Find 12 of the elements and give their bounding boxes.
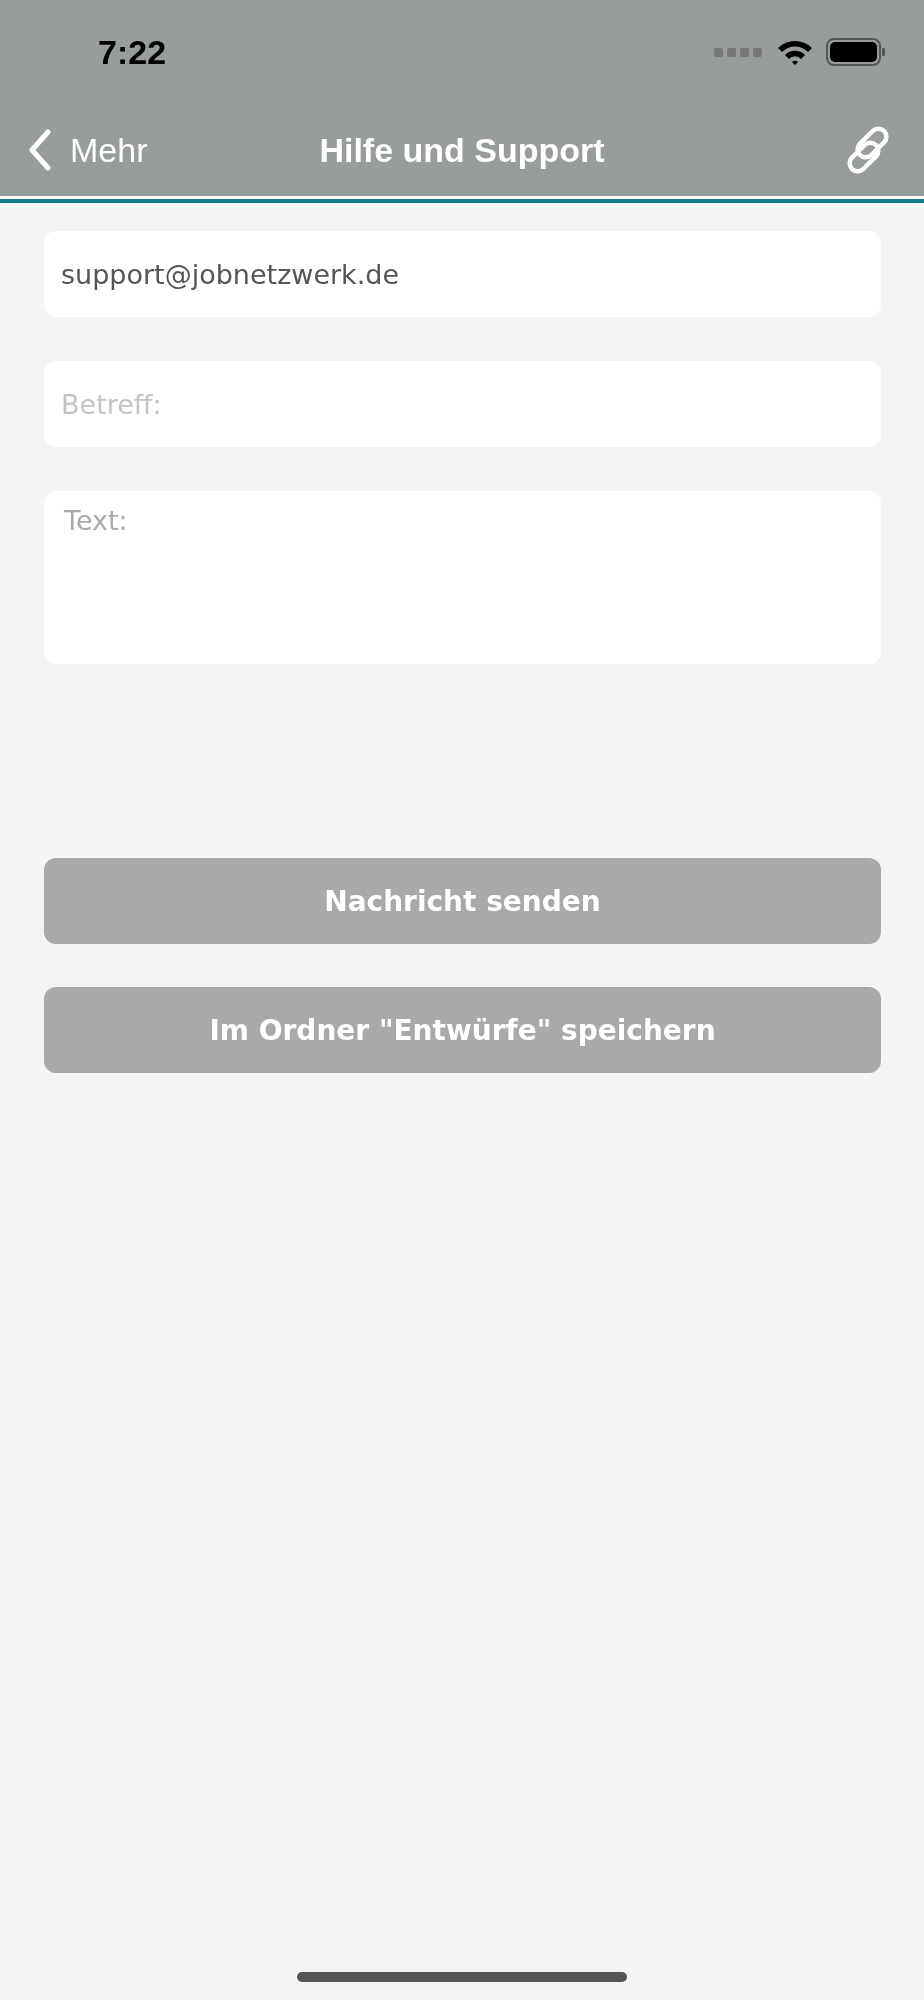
recipient-field[interactable]: support@jobnetzwerk.de: [44, 231, 881, 317]
status-time: 7:22: [98, 32, 167, 72]
send-button[interactable]: Nachricht senden: [44, 858, 881, 944]
save-draft-button[interactable]: Im Ordner "Entwürfe" speichern: [44, 987, 881, 1073]
subject-field[interactable]: Betreff:: [44, 361, 881, 447]
chevron-left-icon: [28, 129, 52, 171]
back-button[interactable]: Mehr: [28, 129, 148, 171]
message-field[interactable]: Text:: [44, 491, 881, 664]
signal-icon: [714, 46, 764, 58]
battery-icon: [826, 38, 886, 66]
wifi-icon: [776, 38, 814, 66]
screen-title: Hilfe und Support: [319, 130, 605, 170]
